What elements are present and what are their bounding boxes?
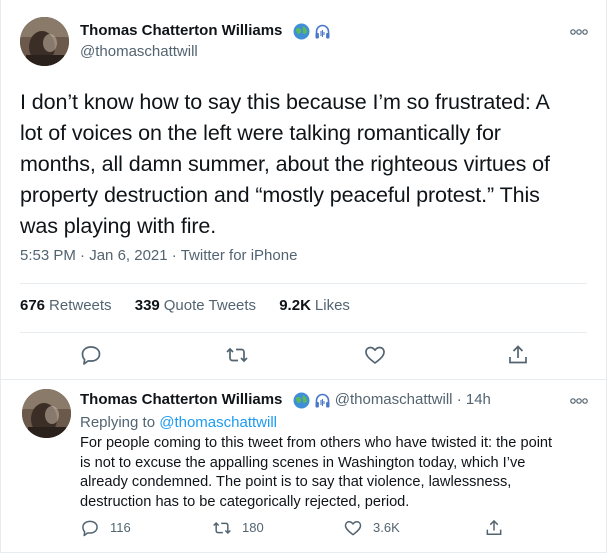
reply-author-handle[interactable]: @thomaschattwill — [335, 391, 453, 408]
globe-icon — [293, 23, 310, 40]
headphones-icon — [315, 393, 330, 408]
author-handle[interactable]: @thomaschattwill — [80, 43, 198, 60]
divider — [20, 283, 587, 284]
more-options-icon[interactable] — [570, 27, 588, 37]
retweets-count: 676 — [20, 297, 46, 314]
tweet-text: I don’t know how to say this because I’m… — [20, 87, 590, 242]
tweet-text-line: property destruction and “mostly peacefu… — [20, 183, 540, 207]
retweets-stat[interactable]: 676 Retweets — [20, 297, 112, 314]
tweet-text-line: lot of voices on the left were talking r… — [20, 121, 501, 145]
headphones-icon — [315, 24, 330, 39]
likes-label: Likes — [314, 297, 350, 314]
reply-reply-action[interactable]: 116 — [80, 518, 140, 538]
meta-separator: · — [171, 247, 177, 264]
like-icon[interactable] — [363, 343, 387, 367]
tweet-text-line: I don’t know how to say this because I’m… — [20, 90, 550, 114]
tweet-date[interactable]: Jan 6, 2021 — [89, 247, 167, 264]
tweet-source[interactable]: Twitter for iPhone — [181, 247, 298, 264]
divider — [20, 332, 587, 333]
reply-author-avatar[interactable] — [22, 389, 71, 438]
engagement-stats: 676 Retweets 339 Quote Tweets 9.2K Likes — [20, 297, 369, 314]
reply-like-action[interactable]: 3.6K — [343, 518, 403, 538]
replying-prefix: Replying to — [80, 414, 156, 431]
reply-icon — [82, 520, 98, 537]
divider — [0, 379, 607, 380]
reply-text-line: For people coming to this tweet from oth… — [80, 435, 553, 451]
replying-to: Replying to @thomaschattwill — [80, 414, 277, 431]
quote-tweets-label: Quote Tweets — [163, 297, 257, 314]
retweets-label: Retweets — [49, 297, 112, 314]
quote-tweets-stat[interactable]: 339 Quote Tweets — [135, 297, 256, 314]
reply-count: 116 — [110, 520, 131, 535]
author-name[interactable]: Thomas Chatterton Williams — [80, 22, 282, 39]
reply-share-action[interactable] — [484, 518, 508, 538]
reply-text: For people coming to this tweet from oth… — [80, 434, 600, 512]
reply-retweet-action[interactable]: 180 — [212, 518, 272, 538]
likes-stat[interactable]: 9.2K Likes — [279, 297, 350, 314]
retweet-icon — [213, 521, 231, 535]
reply-icon[interactable] — [79, 343, 103, 367]
globe-icon — [293, 392, 310, 409]
likes-count: 9.2K — [279, 297, 311, 314]
reply-header: Thomas Chatterton Williams @thomaschattw… — [80, 391, 491, 408]
quote-tweets-count: 339 — [134, 297, 160, 314]
reply-author-name[interactable]: Thomas Chatterton Williams — [80, 391, 282, 408]
reply-text-line: destruction has to be categorically reje… — [80, 493, 410, 510]
tweet-text-line: was playing with fire. — [20, 214, 217, 238]
more-options-icon[interactable] — [570, 396, 588, 406]
like-icon — [344, 521, 362, 536]
like-count: 3.6K — [373, 520, 400, 535]
replying-to-link[interactable]: @thomaschattwill — [159, 414, 277, 431]
retweet-count: 180 — [242, 520, 264, 535]
meta-separator: · — [80, 247, 86, 264]
reply-text-line: already condemned. The point is to say t… — [80, 474, 512, 490]
reply-text-line: is not to excuse the appalling scenes in… — [80, 454, 526, 471]
tweet-metadata: 5:53 PM · Jan 6, 2021 · Twitter for iPho… — [20, 247, 297, 264]
author-avatar[interactable] — [20, 17, 69, 66]
meta-separator: · — [456, 391, 462, 408]
tweet-text-line: months, all damn summer, about the right… — [20, 152, 550, 176]
retweet-icon[interactable] — [225, 343, 249, 367]
share-icon[interactable] — [506, 343, 530, 367]
tweet-time[interactable]: 5:53 PM — [20, 247, 76, 264]
reply-age[interactable]: 14h — [466, 391, 491, 408]
share-icon — [486, 519, 502, 535]
